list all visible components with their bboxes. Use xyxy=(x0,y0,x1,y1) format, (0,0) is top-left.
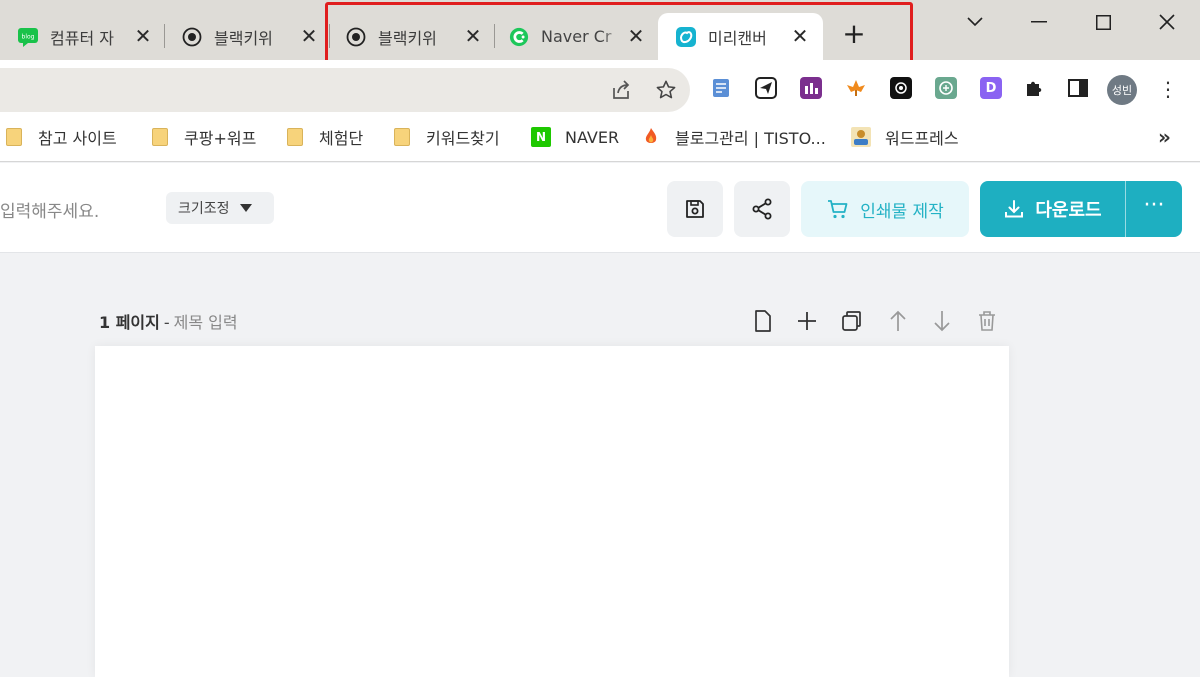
page-header: 1 페이지 - 제목 입력 xyxy=(99,309,238,333)
download-label: 다운로드 xyxy=(1035,200,1102,221)
tab-separator xyxy=(164,24,165,48)
bookmark-label: 쿠팡+워프 xyxy=(184,129,257,148)
share-icon[interactable] xyxy=(609,78,633,102)
browser-toolbar: D 성빈 ⋮ xyxy=(0,60,1200,116)
bookmark-folder[interactable]: 쿠팡+워프 xyxy=(152,125,256,149)
docs-icon[interactable] xyxy=(710,77,732,99)
tab-title: 블랙키위 xyxy=(214,24,296,49)
folder-icon xyxy=(6,128,22,146)
close-icon[interactable]: ✕ xyxy=(132,25,154,47)
page-number: 1 페이지 xyxy=(99,313,160,332)
resize-label: 크기조정 xyxy=(178,201,230,217)
bookmark-tistory[interactable]: 블로그관리 | TISTO... xyxy=(641,125,826,149)
bookmark-folder[interactable]: 참고 사이트 xyxy=(6,125,117,149)
chatgpt-icon[interactable] xyxy=(935,77,957,99)
save-button[interactable] xyxy=(667,181,723,237)
design-page-canvas[interactable] xyxy=(95,346,1009,677)
delete-page-icon[interactable] xyxy=(974,308,1000,334)
bookmark-label: 키워드찾기 xyxy=(426,129,500,148)
download-button[interactable]: 다운로드 xyxy=(980,181,1125,237)
print-order-button[interactable]: 인쇄물 제작 xyxy=(801,181,969,237)
cart-icon xyxy=(828,200,848,219)
leaf-icon[interactable] xyxy=(845,77,867,99)
duplicate-page-icon[interactable] xyxy=(839,308,865,334)
more-options-button[interactable]: ··· xyxy=(1126,181,1182,237)
bookmark-label: 워드프레스 xyxy=(885,129,959,148)
editor-header: 입력해주세요. 크기조정 인쇄물 제작 다운로드 ··· xyxy=(0,163,1200,253)
browser-tab[interactable]: blog 컴퓨터 자 ✕ xyxy=(0,13,165,60)
blog-icon: blog xyxy=(18,27,38,47)
bookmark-label: 체험단 xyxy=(319,129,364,148)
send-icon[interactable] xyxy=(755,77,777,99)
address-bar[interactable] xyxy=(0,68,690,112)
folder-icon xyxy=(394,128,410,146)
move-down-icon[interactable] xyxy=(929,308,955,334)
add-page-icon[interactable] xyxy=(794,308,820,334)
browser-menu-icon[interactable]: ⋮ xyxy=(1158,78,1178,102)
download-icon xyxy=(1005,200,1024,218)
naver-icon: N xyxy=(531,127,551,147)
bookmark-label: 참고 사이트 xyxy=(38,129,117,148)
d-icon[interactable]: D xyxy=(980,77,1002,99)
save-icon xyxy=(686,200,704,218)
tab-strip: blog 컴퓨터 자 ✕ 블랙키위 ✕ 블랙키위 ✕ Naver Cr ✕ 미리… xyxy=(0,0,1200,67)
page-title-input[interactable]: 제목 입력 xyxy=(174,313,238,332)
page-separator: - xyxy=(163,313,170,332)
chip-icon[interactable] xyxy=(890,77,912,99)
page-memo-icon[interactable] xyxy=(750,308,776,334)
maximize-icon[interactable] xyxy=(1088,8,1118,36)
caret-down-icon xyxy=(239,204,252,212)
minimize-icon[interactable] xyxy=(1024,8,1054,36)
design-title-input[interactable]: 입력해주세요. xyxy=(0,197,99,222)
share-button[interactable] xyxy=(734,181,790,237)
move-up-icon[interactable] xyxy=(885,308,911,334)
bookmarks-bar: 참고 사이트 쿠팡+워프 체험단 키워드찾기 N NAVER 블로그관리 | T… xyxy=(0,116,1200,162)
bookmark-wordpress[interactable]: 워드프레스 xyxy=(851,125,959,149)
close-icon[interactable]: ✕ xyxy=(298,25,320,47)
bookmark-folder[interactable]: 키워드찾기 xyxy=(394,125,500,149)
folder-icon xyxy=(152,128,168,146)
tistory-icon xyxy=(641,127,661,147)
download-split-button: 다운로드 ··· xyxy=(980,181,1182,237)
resize-button[interactable]: 크기조정 xyxy=(166,192,274,224)
bookmark-folder[interactable]: 체험단 xyxy=(287,125,363,149)
bookmark-label: NAVER xyxy=(565,127,620,147)
folder-icon xyxy=(287,128,303,146)
bookmark-star-icon[interactable] xyxy=(654,78,678,102)
share-nodes-icon xyxy=(752,198,772,220)
tab-search-icon[interactable] xyxy=(960,8,990,36)
puzzle-icon[interactable] xyxy=(1023,77,1045,99)
bookmark-naver[interactable]: N NAVER xyxy=(531,125,619,149)
analytics-icon[interactable] xyxy=(800,77,822,99)
profile-avatar[interactable]: 성빈 xyxy=(1107,75,1137,105)
bookmarks-overflow-icon[interactable]: » xyxy=(1158,125,1171,149)
window-close-icon[interactable] xyxy=(1152,8,1182,36)
browser-tab[interactable]: 블랙키위 ✕ xyxy=(166,13,326,60)
tab-title: 컴퓨터 자 xyxy=(50,24,132,49)
sidepanel-icon[interactable] xyxy=(1067,77,1089,99)
wordpress-icon xyxy=(851,127,871,147)
svg-text:blog: blog xyxy=(22,33,35,40)
record-icon xyxy=(182,27,202,47)
bookmark-label: 블로그관리 | TISTO... xyxy=(675,129,826,148)
print-order-label: 인쇄물 제작 xyxy=(860,201,944,222)
highlight-box xyxy=(325,2,913,67)
